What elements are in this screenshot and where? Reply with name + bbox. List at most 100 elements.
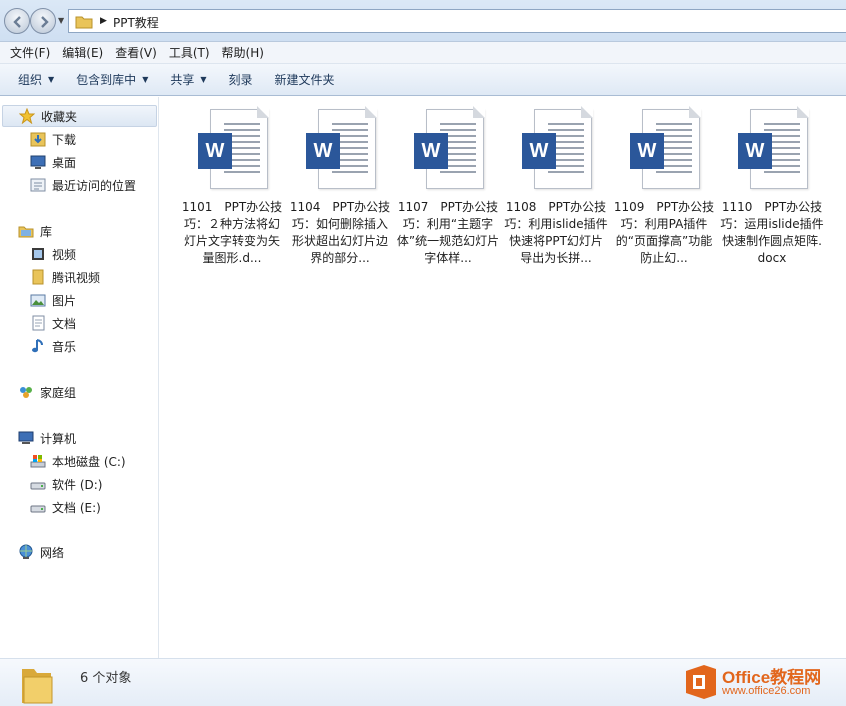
file-item[interactable]: W 1104 PPT办公技巧：如何删除插入形状超出幻灯片边界的部分... <box>288 106 392 267</box>
share-label: 共享 <box>170 73 195 87</box>
arrow-left-icon <box>13 16 21 28</box>
sidebar-label: 库 <box>40 224 53 239</box>
menu-tools[interactable]: 工具(T) <box>163 44 216 61</box>
new-folder-button[interactable]: 新建文件夹 <box>267 71 343 88</box>
sidebar-item-downloads[interactable]: 下载 <box>30 128 76 150</box>
recent-pages-dropdown[interactable]: ▼ <box>58 16 64 25</box>
system-drive-icon <box>30 453 46 469</box>
sidebar-item-desktop[interactable]: 桌面 <box>30 151 76 173</box>
file-name: 1104 PPT办公技巧：如何删除插入形状超出幻灯片边界的部分... <box>289 200 391 265</box>
sidebar-label: 文档 <box>52 316 77 331</box>
sidebar-item-favorites[interactable]: 收藏夹 <box>2 105 157 127</box>
file-name: 1109 PPT办公技巧：利用PA插件的“页面撑高”功能防止幻... <box>613 200 715 265</box>
sidebar-item-libraries[interactable]: 库 <box>18 220 52 242</box>
word-document-icon: W <box>196 106 269 191</box>
menu-file[interactable]: 文件(F) <box>4 44 56 61</box>
desktop-icon <box>30 154 46 170</box>
sidebar-item-videos[interactable]: 视频 <box>30 243 76 265</box>
command-bar: 组织 ▼ 包含到库中 ▼ 共享 ▼ 刻录 新建文件夹 <box>0 64 846 96</box>
sidebar-item-drive-e[interactable]: 文档 (E:) <box>30 496 101 518</box>
sidebar-item-documents[interactable]: 文档 <box>30 312 76 334</box>
menu-edit[interactable]: 编辑(E) <box>56 44 109 61</box>
sidebar-label: 文档 (E:) <box>52 500 101 515</box>
new-folder-label: 新建文件夹 <box>274 73 335 87</box>
breadcrumb-current[interactable]: PPT教程 <box>113 14 159 31</box>
sidebar-label: 收藏夹 <box>41 109 78 124</box>
network-icon <box>18 544 34 560</box>
burn-label: 刻录 <box>228 73 253 87</box>
breadcrumb-separator-icon[interactable]: ▶ <box>100 16 107 26</box>
sidebar-label: 桌面 <box>52 155 77 170</box>
file-list: W 1101 PPT办公技巧：２种方法将幻灯片文字转变为矢量图形.d... W … <box>160 97 846 658</box>
pictures-icon <box>30 292 46 308</box>
folder-icon <box>30 269 46 285</box>
sidebar-label: 图片 <box>52 293 77 308</box>
drive-icon <box>30 499 46 515</box>
folder-icon <box>75 16 93 29</box>
star-icon <box>18 107 36 125</box>
menu-bar: 文件(F) 编辑(E) 查看(V) 工具(T) 帮助(H) <box>0 42 846 64</box>
file-item[interactable]: W 1110 PPT办公技巧：运用islide插件快速制作圆点矩阵.docx <box>720 106 824 267</box>
burn-button[interactable]: 刻录 <box>221 71 261 88</box>
drive-icon <box>30 476 46 492</box>
file-item[interactable]: W 1107 PPT办公技巧：利用“主题字体”统一规范幻灯片字体样... <box>396 106 500 267</box>
sidebar-label: 网络 <box>40 545 65 560</box>
sidebar-label: 计算机 <box>40 431 77 446</box>
word-document-icon: W <box>304 106 377 191</box>
sidebar-item-tencent-video[interactable]: 腾讯视频 <box>30 266 100 288</box>
sidebar-label: 最近访问的位置 <box>52 178 137 193</box>
sidebar-item-pictures[interactable]: 图片 <box>30 289 76 311</box>
sidebar-item-drive-d[interactable]: 软件 (D:) <box>30 473 102 495</box>
sidebar-item-music[interactable]: 音乐 <box>30 335 76 357</box>
sidebar-label: 下载 <box>52 132 77 147</box>
back-button[interactable] <box>4 8 30 34</box>
sidebar-item-recent[interactable]: 最近访问的位置 <box>30 174 136 196</box>
sidebar-label: 本地磁盘 (C:) <box>52 454 126 469</box>
sidebar-item-homegroup[interactable]: 家庭组 <box>18 381 76 403</box>
forward-button[interactable] <box>30 8 56 34</box>
watermark-url: www.office26.com <box>722 685 811 697</box>
share-button[interactable]: 共享 ▼ <box>162 71 214 88</box>
documents-icon <box>30 315 46 331</box>
item-count: 6 个对象 <box>80 671 132 686</box>
sidebar-label: 软件 (D:) <box>52 477 103 492</box>
include-in-library-label: 包含到库中 <box>76 73 137 87</box>
organize-label: 组织 <box>18 73 43 87</box>
sidebar-item-drive-c[interactable]: 本地磁盘 (C:) <box>30 450 126 472</box>
file-item[interactable]: W 1101 PPT办公技巧：２种方法将幻灯片文字转变为矢量图形.d... <box>180 106 284 267</box>
watermark: Office教程网 www.office26.com <box>680 661 840 705</box>
file-name: 1110 PPT办公技巧：运用islide插件快速制作圆点矩阵.docx <box>720 200 824 265</box>
address-input[interactable]: ▶ PPT教程 <box>68 9 846 33</box>
file-item[interactable]: W 1109 PPT办公技巧：利用PA插件的“页面撑高”功能防止幻... <box>612 106 716 267</box>
sidebar-label: 视频 <box>52 247 77 262</box>
file-name: 1108 PPT办公技巧：利用islide插件快速将PPT幻灯片导出为长拼... <box>504 200 608 265</box>
folder-icon <box>22 669 53 704</box>
downloads-folder-icon <box>30 131 46 147</box>
navigation-pane: 收藏夹 下载 桌面 最近访问的位置 库 视频 腾讯视频 图片 文档 音乐 家庭组 <box>0 97 159 658</box>
sidebar-label: 家庭组 <box>40 385 77 400</box>
file-name: 1107 PPT办公技巧：利用“主题字体”统一规范幻灯片字体样... <box>396 200 500 265</box>
menu-view[interactable]: 查看(V) <box>109 44 163 61</box>
sidebar-item-computer[interactable]: 计算机 <box>18 427 76 449</box>
music-icon <box>30 338 46 354</box>
sidebar-label: 音乐 <box>52 339 77 354</box>
office-logo-icon <box>686 665 716 699</box>
sidebar-item-network[interactable]: 网络 <box>18 541 64 563</box>
file-item[interactable]: W 1108 PPT办公技巧：利用islide插件快速将PPT幻灯片导出为长拼.… <box>504 106 608 267</box>
file-name: 1101 PPT办公技巧：２种方法将幻灯片文字转变为矢量图形.d... <box>181 200 283 265</box>
word-document-icon: W <box>736 106 809 191</box>
organize-button[interactable]: 组织 ▼ <box>10 71 62 88</box>
computer-icon <box>18 430 34 446</box>
arrow-right-icon <box>41 16 49 28</box>
sidebar-label: 腾讯视频 <box>52 270 101 285</box>
include-in-library-button[interactable]: 包含到库中 ▼ <box>68 71 156 88</box>
word-document-icon: W <box>412 106 485 191</box>
word-document-icon: W <box>628 106 701 191</box>
caret-down-icon: ▼ <box>142 75 149 84</box>
status-bar: 6 个对象 Office教程网 www.office26.com <box>0 658 846 706</box>
caret-down-icon: ▼ <box>48 75 55 84</box>
word-document-icon: W <box>520 106 593 191</box>
caret-down-icon: ▼ <box>200 75 207 84</box>
menu-help[interactable]: 帮助(H) <box>216 44 270 61</box>
library-icon <box>18 223 34 239</box>
